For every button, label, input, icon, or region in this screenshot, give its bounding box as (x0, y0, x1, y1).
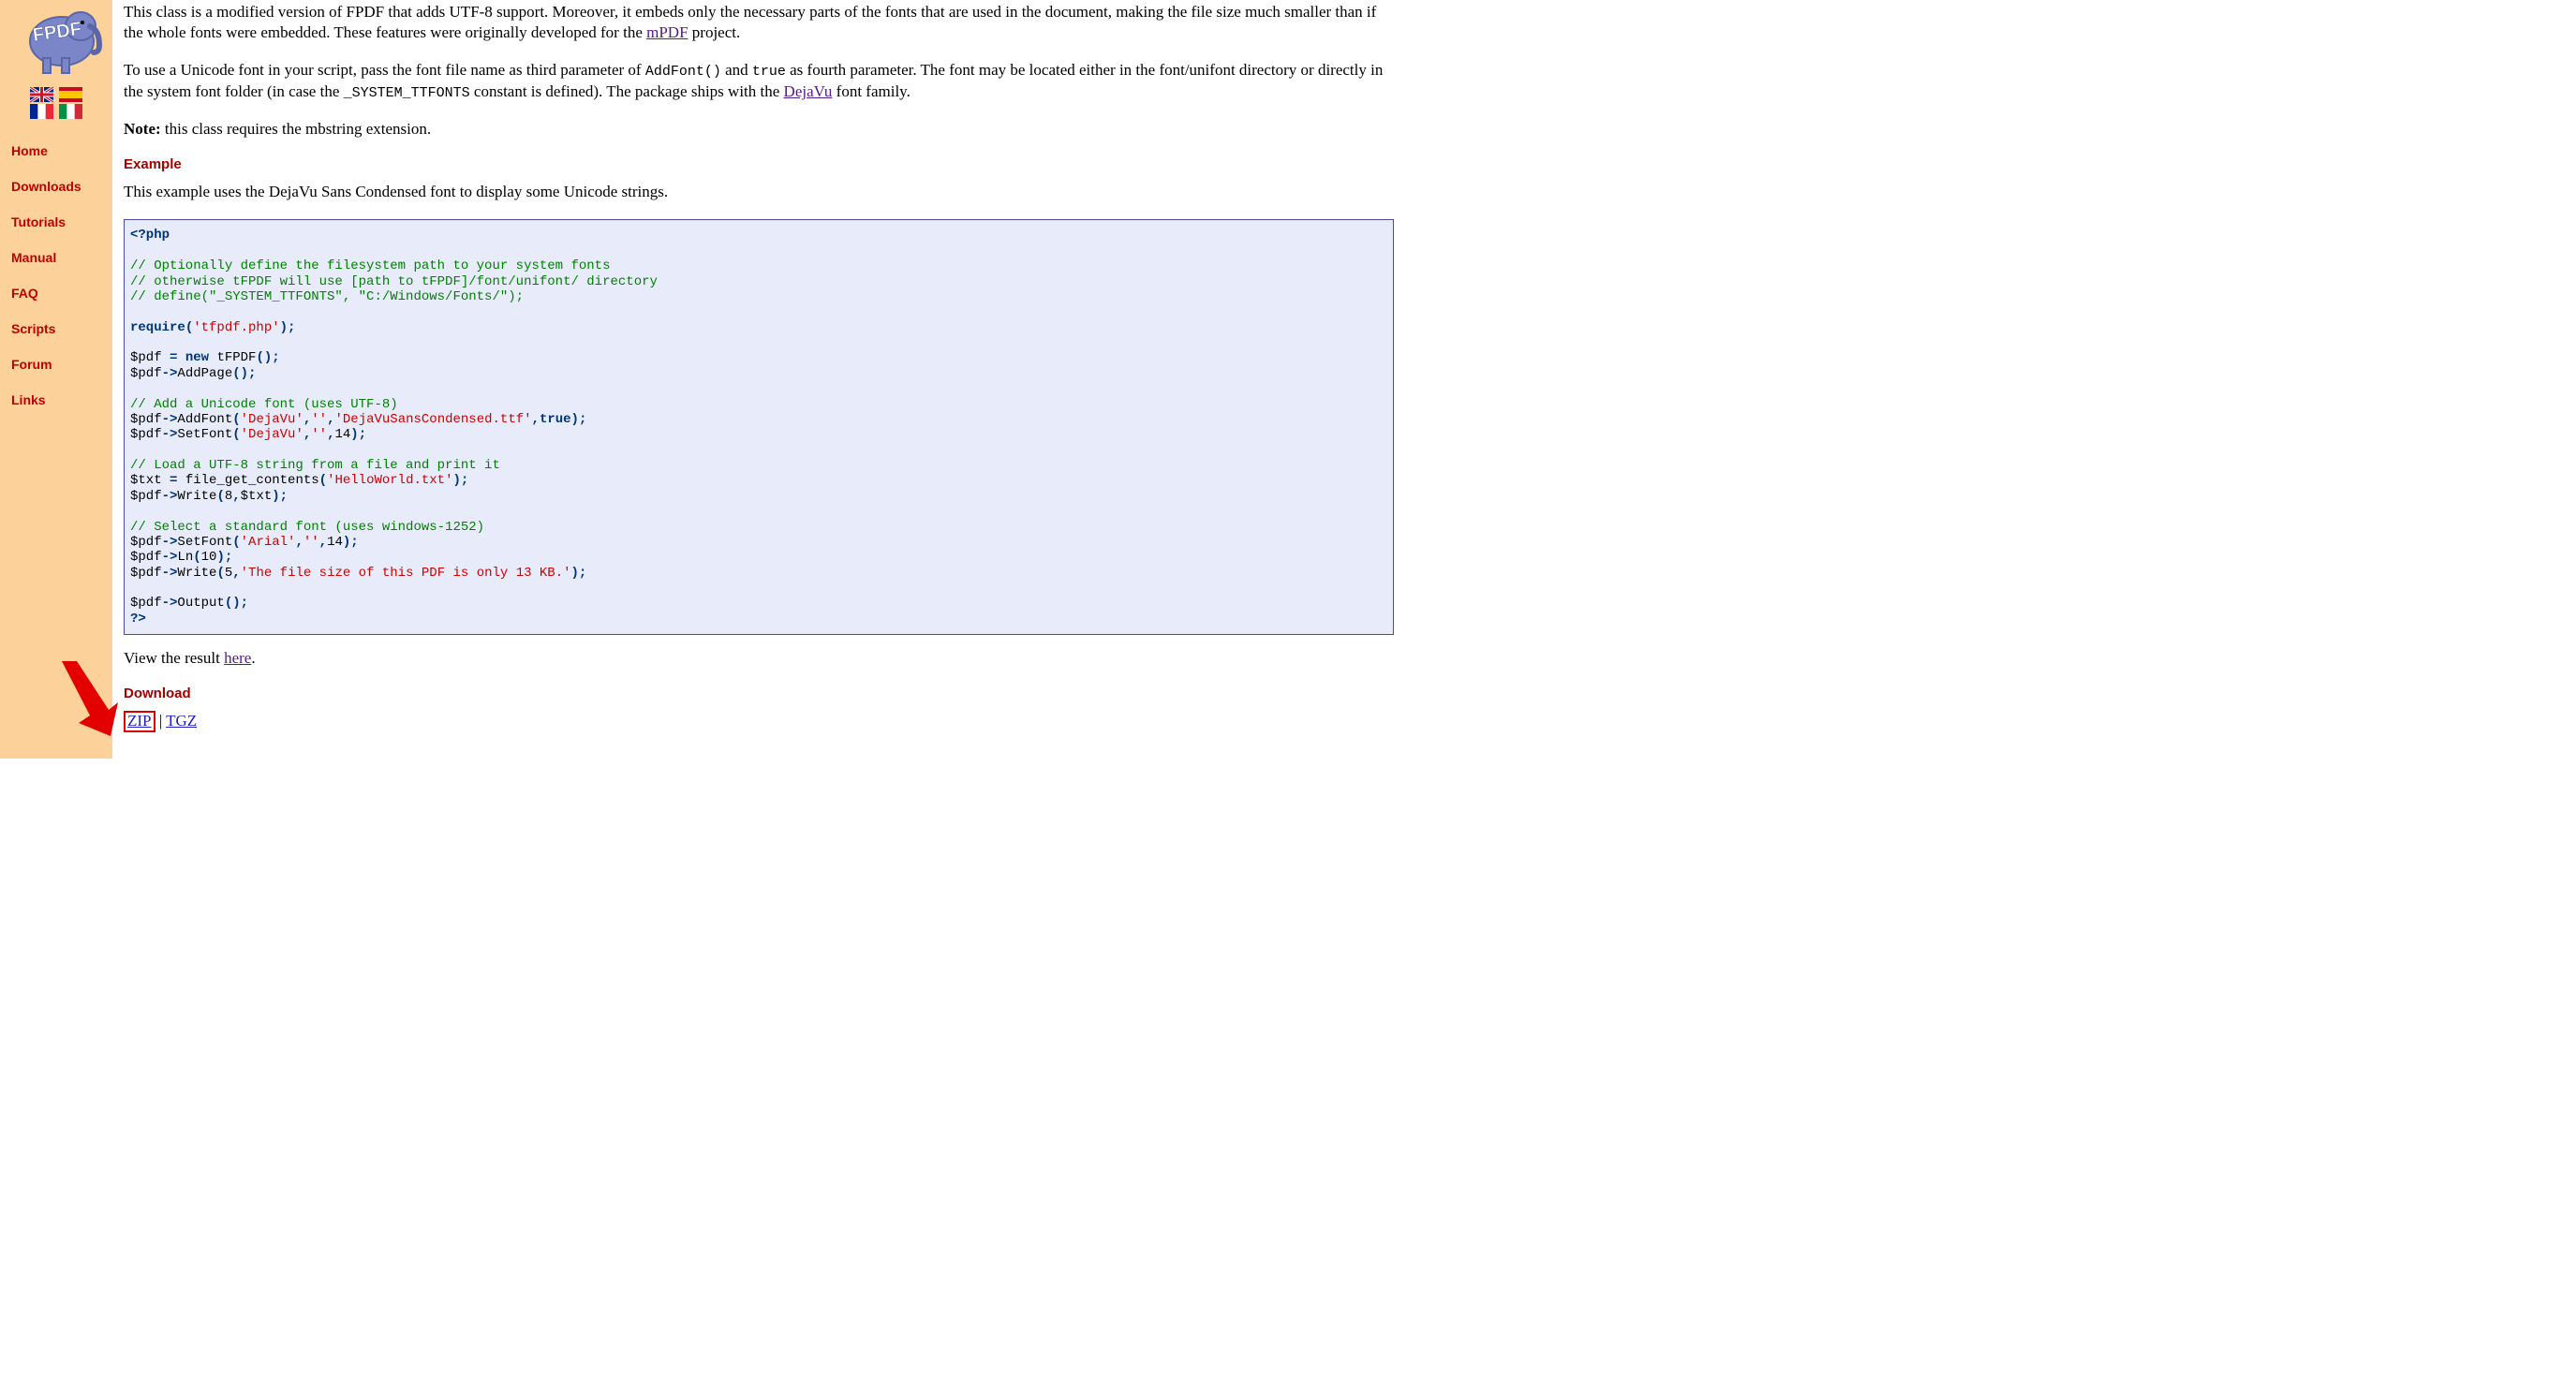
mpdf-link[interactable]: mPDF (646, 23, 688, 41)
flag-uk-icon[interactable] (30, 87, 53, 102)
result-line: View the result here. (124, 648, 1394, 669)
nav-scripts[interactable]: Scripts (0, 311, 112, 346)
zip-link[interactable]: ZIP (127, 712, 152, 730)
tgz-link[interactable]: TGZ (166, 712, 197, 730)
nav-home[interactable]: Home (0, 133, 112, 169)
language-flags (0, 86, 112, 120)
zip-highlight-box: ZIP (124, 711, 155, 732)
code-true: true (752, 64, 786, 80)
intro-note: Note: this class requires the mbstring e… (124, 119, 1394, 140)
flag-fr-icon[interactable] (30, 104, 53, 119)
intro-paragraph-1: This class is a modified version of FPDF… (124, 2, 1394, 43)
example-desc: This example uses the DejaVu Sans Conden… (124, 182, 1394, 202)
nav-links[interactable]: Links (0, 382, 112, 418)
result-here-link[interactable]: here (224, 649, 251, 667)
main-content: This class is a modified version of FPDF… (112, 0, 1405, 759)
nav-tutorials[interactable]: Tutorials (0, 204, 112, 240)
example-heading: Example (124, 156, 1394, 172)
flag-it-icon[interactable] (59, 104, 82, 119)
nav-forum[interactable]: Forum (0, 346, 112, 382)
sidebar: FPDF Home Downloads Tutorials Manual FAQ… (0, 0, 112, 759)
fpdf-logo[interactable]: FPDF (7, 4, 106, 79)
nav-manual[interactable]: Manual (0, 240, 112, 275)
dejavu-link[interactable]: DejaVu (784, 82, 833, 100)
nav-downloads[interactable]: Downloads (0, 169, 112, 204)
code-example: <?php // Optionally define the filesyste… (124, 219, 1394, 635)
code-addfont: AddFont() (645, 64, 721, 80)
download-links: ZIP | TGZ (124, 711, 1394, 732)
nav-faq[interactable]: FAQ (0, 275, 112, 311)
intro-paragraph-2: To use a Unicode font in your script, pa… (124, 60, 1394, 102)
download-heading: Download (124, 686, 1394, 701)
code-system-ttfonts: _SYSTEM_TTFONTS (344, 85, 470, 101)
flag-es-icon[interactable] (59, 87, 82, 102)
